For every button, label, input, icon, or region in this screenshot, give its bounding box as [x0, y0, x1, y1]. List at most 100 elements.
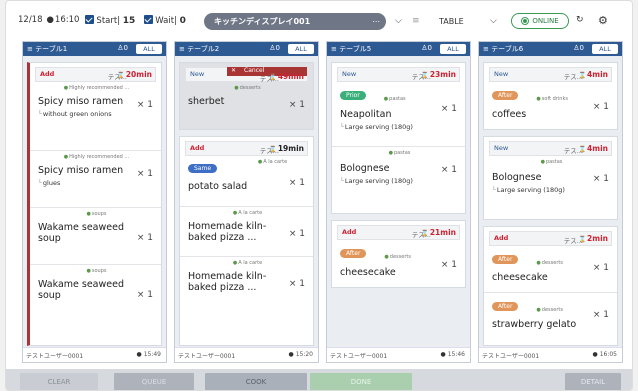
- list-item[interactable]: Highly recommended ... Spicy miso ramen × …: [30, 82, 161, 138]
- ticket-header: Newテス...4min: [489, 67, 612, 82]
- column-table-1: ≡ テーブル1 ♙0 ALL Addテス...20min Highly recomm…: [22, 41, 167, 363]
- item-option: glues: [38, 179, 155, 187]
- list-item[interactable]: A la carte Homemade kiln-baked pizza ... ×…: [180, 206, 313, 256]
- clear-button[interactable]: CLEAR: [20, 373, 98, 390]
- list-item[interactable]: After desserts strawberry gelato × 1: [484, 292, 617, 338]
- item-name: Bolognese: [492, 172, 542, 183]
- all-button[interactable]: ALL: [288, 44, 314, 54]
- layout-chevron-icon[interactable]: ⌵: [490, 16, 497, 26]
- item-qty: × 1: [136, 100, 153, 110]
- column-table-6: ≡ テーブル6 ♙0 ALL Newテス...4min After soft drin…: [478, 41, 623, 363]
- column-footer: テストユーザー0001 15:46: [327, 347, 470, 362]
- status-dot-icon: [521, 17, 530, 25]
- item-qty: × 1: [440, 165, 457, 175]
- item-qty: × 1: [288, 279, 305, 289]
- ticket-card[interactable]: Addテス...20min Highly recommended ... Spic…: [27, 62, 162, 346]
- filter-icon[interactable]: ≡: [412, 16, 420, 26]
- detail-button[interactable]: DETAIL: [565, 373, 621, 390]
- item-qty: × 1: [288, 178, 305, 188]
- list-item[interactable]: Highly recommended ... Spicy miso ramen × …: [30, 150, 161, 206]
- menu-icon[interactable]: ≡: [27, 45, 33, 53]
- item-name: Wakame seaweed soup: [38, 222, 124, 244]
- item-name: Wakame seaweed soup: [38, 279, 124, 301]
- ticket-header: Addテス...20min: [35, 67, 156, 82]
- ticket-badge: Add: [190, 144, 205, 152]
- item-name: potato salad: [188, 181, 248, 192]
- all-button[interactable]: ALL: [592, 44, 618, 54]
- ticket-elapsed: 20min: [117, 70, 152, 79]
- ticket-badge: Add: [494, 234, 509, 242]
- ticket-elapsed: 21min: [421, 228, 456, 237]
- display-select[interactable]: キッチンディスプレイ001...: [204, 13, 386, 30]
- list-item[interactable]: A la carte Homemade kiln-baked pizza ... ×…: [180, 256, 313, 306]
- cook-button[interactable]: COOK: [205, 373, 307, 390]
- list-item[interactable]: pastas Bolognese × 1 Large serving (180g): [484, 156, 617, 212]
- footer-time: 16:05: [592, 351, 617, 358]
- list-item[interactable]: A la carteSamepotato salad× 1: [180, 156, 313, 206]
- list-item[interactable]: desserts sherbet × 1: [180, 82, 313, 138]
- column-body: Addテス...20min Highly recommended ... Spic…: [23, 56, 166, 348]
- ticket-columns: ≡ テーブル1 ♙0 ALL Addテス...20min Highly recomm…: [22, 41, 623, 363]
- item-category: pastas: [384, 96, 406, 102]
- item-name: cheesecake: [340, 267, 396, 278]
- chevron-down-icon[interactable]: ⌵: [395, 16, 402, 26]
- ticket-elapsed: 4min: [579, 144, 608, 153]
- ticket-card[interactable]: Newテス...4min pastas Bolognese × 1 Large ser…: [483, 136, 618, 220]
- checkbox-icon: [144, 14, 154, 24]
- ticket-card[interactable]: Newテス...23min Prior pastas Neapolitan × 1 La…: [331, 62, 466, 214]
- ticket-badge: New: [342, 70, 357, 78]
- item-category: Highly recommended ...: [38, 85, 155, 91]
- checkbox-icon: [85, 14, 95, 24]
- date: 12/18: [18, 15, 43, 25]
- column-body: New✕Cancelテス...49min dessertssherbet× 1 …: [175, 56, 318, 348]
- list-item[interactable]: Prior pastas Neapolitan × 1 Large serving (1…: [332, 82, 465, 146]
- item-name: Homemade kiln-baked pizza ...: [188, 221, 267, 243]
- item-qty: × 1: [136, 290, 153, 300]
- queue-button[interactable]: QUEUE: [114, 373, 194, 390]
- item-qty: × 1: [592, 174, 609, 184]
- menu-icon[interactable]: ≡: [179, 45, 185, 53]
- time: 16:10: [54, 15, 80, 25]
- all-button[interactable]: ALL: [440, 44, 466, 54]
- ticket-header: Newテス...4min: [489, 141, 612, 156]
- column-header: ≡ テーブル5 ♙0 ALL: [327, 42, 470, 56]
- column-footer: テストユーザー0001 15:49: [23, 347, 166, 362]
- ticket-card[interactable]: Addテス...21min After desserts cheesecake × 1: [331, 220, 466, 288]
- list-item[interactable]: After soft drinks coffees × 1: [484, 82, 617, 138]
- pill-after: After: [492, 255, 519, 264]
- menu-icon[interactable]: ≡: [483, 45, 489, 53]
- item-name: Spicy miso ramen: [38, 96, 124, 107]
- list-item[interactable]: pastas Bolognese × 1 Large serving (180g): [332, 146, 465, 210]
- list-item[interactable]: After desserts cheesecake × 1: [484, 246, 617, 292]
- item-name: strawberry gelato: [492, 319, 577, 330]
- all-button[interactable]: ALL: [136, 44, 162, 54]
- gear-icon[interactable]: ⚙: [598, 14, 608, 27]
- ticket-header: New✕Cancelテス...49min: [185, 67, 308, 83]
- menu-icon[interactable]: ≡: [331, 45, 337, 53]
- done-button[interactable]: DONE: [310, 373, 412, 390]
- start-filter[interactable]: Start| 15: [85, 14, 135, 26]
- item-qty: × 1: [440, 104, 457, 114]
- pill-prior: Prior: [340, 91, 366, 100]
- item-name: Homemade kiln-baked pizza ...: [188, 271, 267, 293]
- ticket-card[interactable]: Addテス...2min Afterdessertscheesecake× 1 …: [483, 226, 618, 346]
- person-count: ♙0: [117, 44, 128, 52]
- history-icon[interactable]: ↻: [576, 15, 584, 25]
- item-category: desserts: [536, 307, 563, 313]
- list-item[interactable]: soups Wakame seaweed soup × 1: [30, 207, 161, 263]
- ticket-header: Addテス...21min: [337, 225, 460, 240]
- ticket-card[interactable]: Addテス...19min A la carte Same potato salad…: [179, 136, 314, 346]
- ticket-card[interactable]: Newテス...4min After soft drinks coffees × 1: [483, 62, 618, 130]
- item-qty: × 1: [136, 169, 153, 179]
- column-title: テーブル5: [339, 45, 372, 53]
- column-header: ≡ テーブル2 ♙0 ALL: [175, 42, 318, 56]
- ticket-card[interactable]: New✕Cancelテス...49min dessertssherbet× 1: [179, 62, 314, 130]
- ticket-badge: New: [494, 144, 509, 152]
- ticket-elapsed: 23min: [421, 70, 456, 79]
- list-item[interactable]: soups Wakame seaweed soup × 1: [30, 264, 161, 320]
- ellipsis: ...: [372, 15, 380, 24]
- item-category: Highly recommended ...: [38, 154, 155, 160]
- wait-filter[interactable]: Wait| 0: [144, 14, 186, 26]
- list-item[interactable]: After desserts cheesecake × 1: [332, 240, 465, 296]
- action-bar: CLEAR QUEUE COOK DONE DETAIL: [6, 369, 632, 390]
